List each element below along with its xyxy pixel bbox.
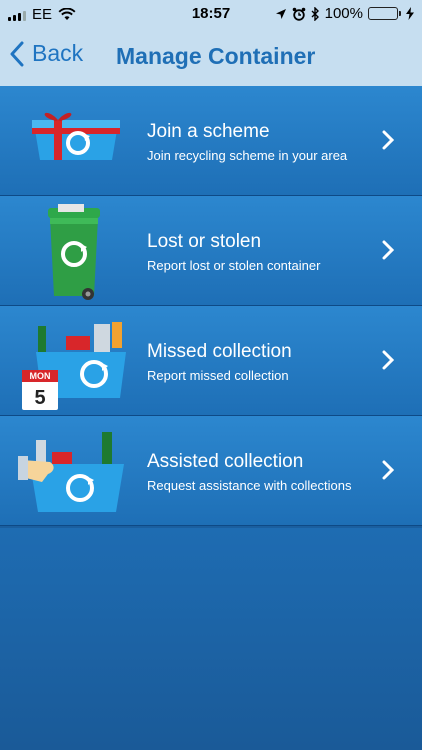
battery-percent: 100% [324, 5, 363, 22]
options-list: Join a scheme Join recycling scheme in y… [0, 86, 422, 526]
empty-area [0, 528, 422, 750]
back-button[interactable]: Back [10, 40, 83, 67]
item-title: Assisted collection [147, 451, 304, 472]
back-label: Back [32, 40, 84, 66]
chevron-left-icon [10, 41, 24, 66]
svg-text:MON: MON [30, 371, 51, 381]
bluetooth-icon [311, 6, 319, 21]
list-item-missed-collection[interactable]: MON 5 Missed collection Report missed co… [0, 306, 422, 416]
navigation-bar: Back Manage Container [0, 30, 422, 86]
page-title: Manage Container [116, 43, 316, 69]
chevron-right-icon [382, 350, 394, 370]
list-item-assisted-collection[interactable]: Assisted collection Request assistance w… [0, 416, 422, 526]
item-subtitle: Request assistance with collections [147, 478, 352, 493]
wheelie-bin-icon [48, 204, 100, 300]
item-title: Lost or stolen [147, 231, 262, 252]
status-bar: EE 18:57 100% [0, 0, 422, 30]
helping-hand-box-icon [18, 432, 124, 512]
svg-text:5: 5 [34, 387, 45, 409]
battery-icon [368, 7, 401, 20]
alarm-icon [292, 7, 305, 21]
item-subtitle: Report lost or stolen container [147, 258, 321, 273]
charging-icon [406, 7, 414, 20]
item-subtitle: Report missed collection [147, 368, 289, 383]
item-title: Missed collection [147, 341, 292, 362]
list-item-lost-stolen[interactable]: Lost or stolen Report lost or stolen con… [0, 196, 422, 306]
item-subtitle: Join recycling scheme in your area [147, 148, 348, 163]
location-icon [275, 8, 286, 19]
item-title: Join a scheme [147, 121, 270, 142]
chevron-right-icon [382, 460, 394, 480]
list-item-join-scheme[interactable]: Join a scheme Join recycling scheme in y… [0, 86, 422, 196]
calendar-box-icon: MON 5 [22, 322, 126, 410]
top-bar: EE 18:57 100% Back Manage Container [0, 0, 422, 86]
chevron-right-icon [382, 130, 394, 150]
gift-box-icon [32, 112, 120, 160]
chevron-right-icon [382, 240, 394, 260]
